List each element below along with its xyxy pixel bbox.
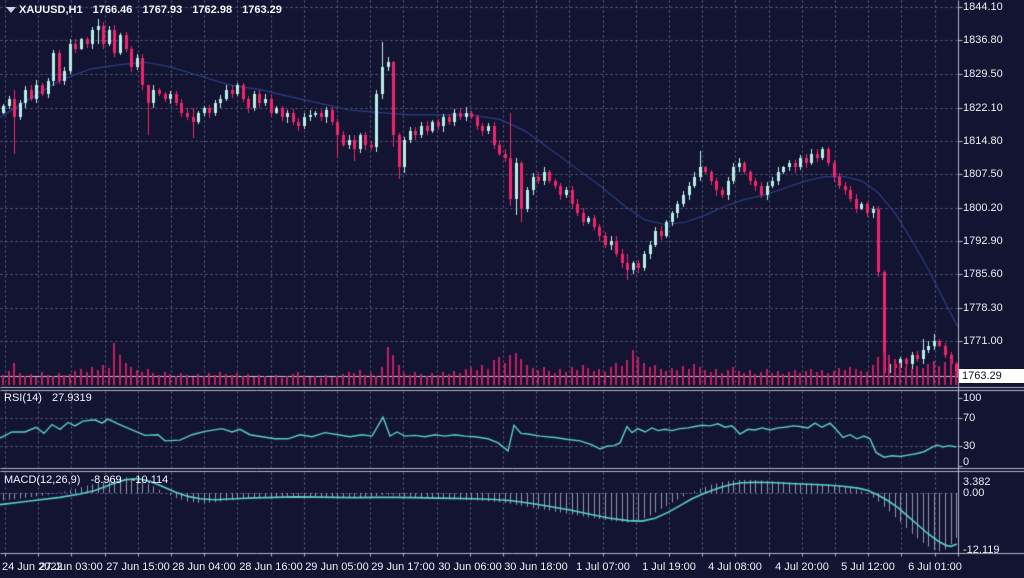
ohlc-open: 1766.46 [93, 4, 133, 16]
rsi-scale-label: 100 [963, 392, 981, 404]
time-tick-label: 4 Jul 08:00 [708, 561, 762, 573]
time-tick-label: 29 Jun 17:00 [371, 561, 435, 573]
time-tick-label: 28 Jun 16:00 [239, 561, 303, 573]
time-tick-label: 27 Jun 03:00 [39, 561, 103, 573]
price-tick-label: 1829.50 [963, 68, 1003, 80]
rsi-value: 27.9319 [52, 392, 92, 404]
price-tick-label: 1814.80 [963, 135, 1003, 147]
time-tick-label: 1 Jul 07:00 [576, 561, 630, 573]
time-tick-label: 29 Jun 05:00 [305, 561, 369, 573]
time-tick-label: 5 Jul 12:00 [841, 561, 895, 573]
price-tick-label: 1785.60 [963, 268, 1003, 280]
symbol-dropdown-icon[interactable] [6, 7, 16, 13]
macd-name: MACD(12,26,9) [4, 474, 80, 486]
ohlc-high: 1767.93 [142, 4, 182, 16]
price-tick-label: 1822.10 [963, 102, 1003, 114]
price-tick-label: 1792.90 [963, 235, 1003, 247]
time-tick-label: 6 Jul 01:00 [908, 561, 962, 573]
macd-scale-label: -12.119 [963, 544, 1000, 556]
price-tick-label: 1836.80 [963, 34, 1003, 46]
macd-indicator-label: MACD(12,26,9) -8.969 -10.114 [4, 474, 175, 486]
time-tick-label: 28 Jun 04:00 [172, 561, 236, 573]
time-tick-label: 30 Jun 06:00 [438, 561, 502, 573]
rsi-scale-label: 70 [963, 412, 975, 424]
trading-chart-window: XAUUSD,H1 1766.46 1767.93 1762.98 1763.2… [0, 0, 1024, 578]
current-price-badge: 1763.29 [959, 369, 1024, 383]
ohlc-close: 1763.29 [242, 4, 282, 16]
time-tick-label: 4 Jul 20:00 [775, 561, 829, 573]
time-tick-label: 1 Jul 19:00 [642, 561, 696, 573]
rsi-indicator-label: RSI(14) 27.9319 [4, 392, 99, 404]
macd-scale-label: 0.00 [963, 487, 984, 499]
chart-header: XAUUSD,H1 1766.46 1767.93 1762.98 1763.2… [19, 4, 289, 16]
price-tick-label: 1844.10 [963, 1, 1003, 13]
macd-main-value: -8.969 [90, 474, 121, 486]
rsi-scale-label: 0 [963, 456, 969, 468]
ohlc-low: 1762.98 [192, 4, 232, 16]
rsi-scale-label: 30 [963, 440, 975, 452]
price-tick-label: 1771.00 [963, 335, 1003, 347]
time-tick-label: 27 Jun 15:00 [106, 561, 170, 573]
time-tick-label: 30 Jun 18:00 [504, 561, 568, 573]
price-tick-label: 1800.20 [963, 202, 1003, 214]
symbol-period-label: XAUUSD,H1 [19, 4, 83, 16]
price-tick-label: 1778.30 [963, 302, 1003, 314]
macd-signal-value: -10.114 [132, 474, 169, 486]
price-tick-label: 1807.50 [963, 168, 1003, 180]
chart-canvas[interactable] [0, 0, 1024, 578]
rsi-name: RSI(14) [4, 392, 42, 404]
